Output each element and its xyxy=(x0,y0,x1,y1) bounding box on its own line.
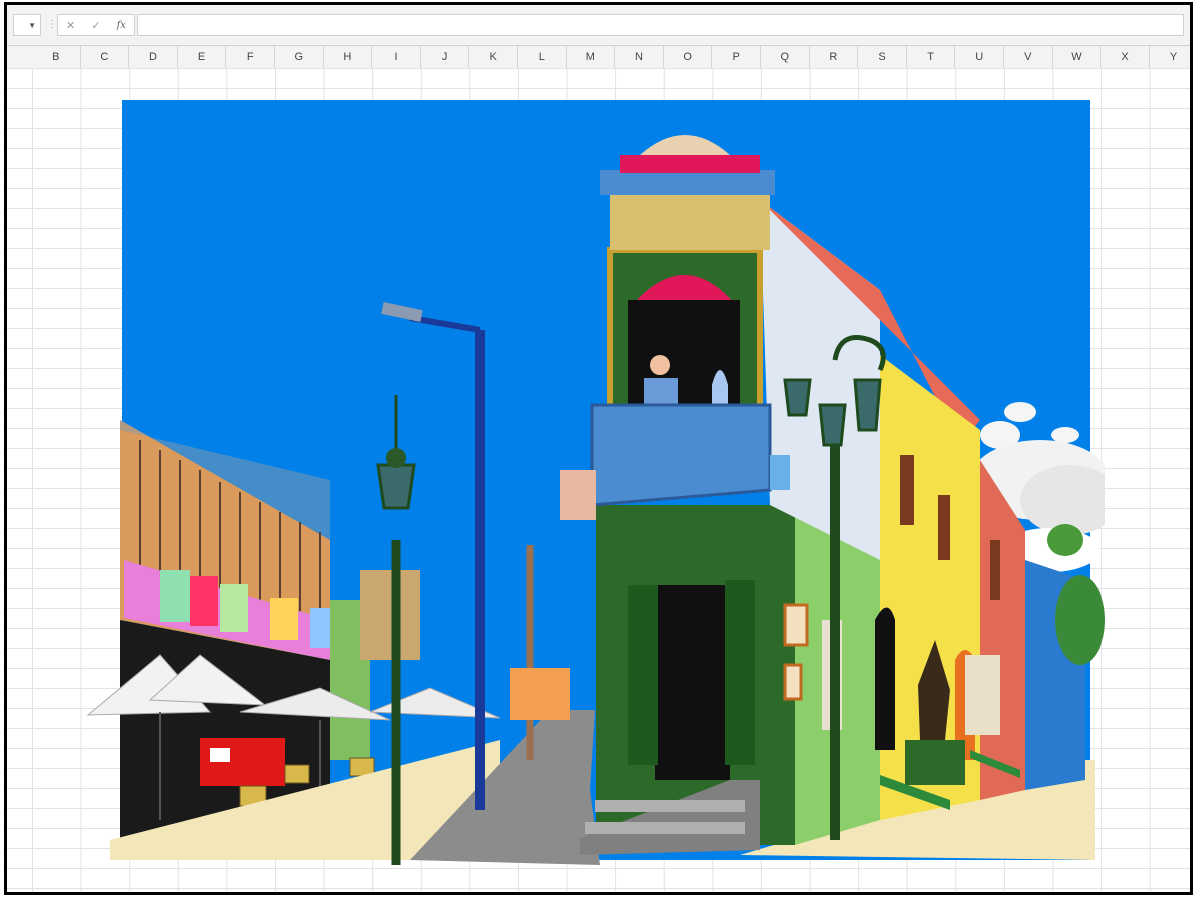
column-header-row: BCDEFGHIJKLMNOPQRSTUVWXY xyxy=(7,46,1190,69)
column-header-t[interactable]: T xyxy=(907,46,956,68)
column-header-q[interactable]: Q xyxy=(761,46,810,68)
column-header-w[interactable]: W xyxy=(1053,46,1102,68)
column-header-v[interactable]: V xyxy=(1004,46,1053,68)
caret-down-icon[interactable]: ▼ xyxy=(28,21,36,30)
column-header-o[interactable]: O xyxy=(664,46,713,68)
column-header-g[interactable]: G xyxy=(275,46,324,68)
confirm-icon[interactable]: ✓ xyxy=(91,19,100,32)
formula-input[interactable] xyxy=(137,14,1184,36)
window-frame: ▼ ⋮ ✕ ✓ fx BCDEFGHIJKLMNOPQRSTUVWXY xyxy=(4,2,1193,895)
column-header-i[interactable]: I xyxy=(372,46,421,68)
formula-bar: ▼ ⋮ ✕ ✓ fx xyxy=(7,5,1190,46)
column-header-p[interactable]: P xyxy=(712,46,761,68)
column-header-r[interactable]: R xyxy=(810,46,859,68)
statue-pedestal xyxy=(905,740,965,785)
column-header-y[interactable]: Y xyxy=(1150,46,1190,68)
column-header-l[interactable]: L xyxy=(518,46,567,68)
column-header-d[interactable]: D xyxy=(129,46,178,68)
more-icon: ⋮ xyxy=(47,19,57,30)
cancel-icon[interactable]: ✕ xyxy=(66,19,75,32)
street-illustration[interactable] xyxy=(80,100,1105,870)
name-box[interactable]: ▼ xyxy=(13,14,41,36)
column-header-c[interactable]: C xyxy=(81,46,130,68)
column-header-b[interactable]: B xyxy=(32,46,81,68)
column-header-s[interactable]: S xyxy=(858,46,907,68)
orange-sign xyxy=(510,668,570,720)
column-header-n[interactable]: N xyxy=(615,46,664,68)
column-header-u[interactable]: U xyxy=(955,46,1004,68)
column-header-m[interactable]: M xyxy=(567,46,616,68)
column-header-h[interactable]: H xyxy=(324,46,373,68)
column-header-f[interactable]: F xyxy=(226,46,275,68)
function-icon[interactable]: fx xyxy=(117,20,126,31)
column-header-x[interactable]: X xyxy=(1101,46,1150,68)
column-header-k[interactable]: K xyxy=(469,46,518,68)
formula-actions: ✕ ✓ fx xyxy=(57,14,135,36)
column-header-j[interactable]: J xyxy=(421,46,470,68)
column-header-e[interactable]: E xyxy=(178,46,227,68)
